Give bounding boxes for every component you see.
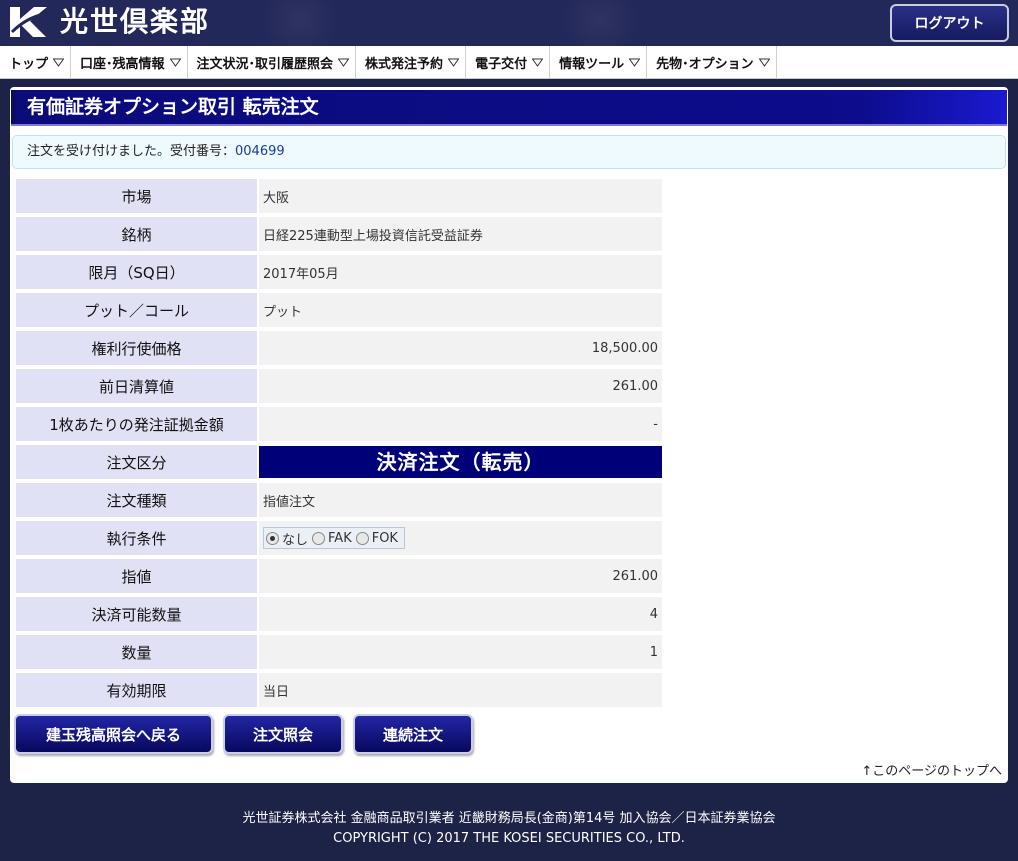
row-value-prev-settlement: 261.00	[259, 369, 662, 403]
exec-condition-option-fak[interactable]: FAK	[312, 531, 352, 546]
row-value-put-call: プット	[259, 293, 662, 327]
radio-label: FOK	[371, 530, 398, 546]
row-value-issue: 日経225連動型上場投資信託受益証券	[259, 217, 662, 251]
nav-item-info-tools[interactable]: 情報ツール	[550, 46, 648, 79]
radio-label: FAK	[328, 530, 352, 546]
order-class-banner: 決済注文（転売）	[259, 446, 662, 478]
chevron-down-icon	[338, 58, 350, 67]
row-value-order-type: 指値注文	[259, 483, 662, 517]
exec-condition-option-none[interactable]: なし	[266, 529, 308, 548]
table-row: 市場 大阪	[16, 179, 662, 213]
order-detail-table: 市場 大阪 銘柄 日経225連動型上場投資信託受益証券 限月（SQ日） 2017…	[14, 175, 664, 711]
table-row: 銘柄 日経225連動型上場投資信託受益証券	[16, 217, 662, 251]
nav-item-account[interactable]: 口座･残高情報	[71, 46, 188, 79]
row-value-strike-price: 18,500.00	[259, 331, 662, 365]
nav-item-futures-options[interactable]: 先物･オプション	[647, 46, 777, 79]
nav-item-order-status[interactable]: 注文状況･取引履歴照会	[188, 46, 357, 79]
main-nav: トップ 口座･残高情報 注文状況･取引履歴照会 株式発注予約 電子交付 情報ツー…	[0, 46, 1018, 79]
kosei-logo-icon[interactable]	[6, 4, 50, 40]
receipt-number: 004699	[235, 144, 285, 159]
row-label-settle-qty: 決済可能数量	[16, 597, 257, 631]
chevron-down-icon	[448, 58, 460, 67]
chevron-down-icon	[758, 58, 770, 67]
table-row: 決済可能数量 4	[16, 597, 662, 631]
back-to-positions-button[interactable]: 建玉残高照会へ戻る	[14, 714, 213, 754]
table-row: 権利行使価格 18,500.00	[16, 331, 662, 365]
row-label-issue: 銘柄	[16, 217, 257, 251]
table-row: 1枚あたりの発注証拠金額 -	[16, 407, 662, 441]
exec-condition-radio-group: なし FAK FOK	[263, 527, 405, 549]
nav-item-label: 株式発注予約	[365, 57, 444, 72]
logout-button[interactable]: ログアウト	[890, 4, 1009, 42]
row-label-limit-price: 指値	[16, 559, 257, 593]
radio-selected-icon[interactable]	[266, 531, 279, 545]
site-footer: 光世証券株式会社 金融商品取引業者 近畿財務局長(金商)第14号 加入協会／日本…	[0, 783, 1018, 861]
table-row: プット／コール プット	[16, 293, 662, 327]
nav-item-label: 口座･残高情報	[80, 57, 165, 72]
row-label-exec-condition: 執行条件	[16, 521, 257, 555]
row-label-quantity: 数量	[16, 635, 257, 669]
nav-item-label: 注文状況･取引履歴照会	[196, 57, 334, 72]
table-row: 執行条件 なし FAK FOK	[16, 521, 662, 555]
row-label-order-type: 注文種類	[16, 483, 257, 517]
table-row: 注文区分 決済注文（転売）	[16, 445, 662, 479]
nav-item-label: 情報ツール	[559, 57, 625, 72]
continuous-order-button[interactable]: 連続注文	[353, 714, 473, 754]
chevron-down-icon	[532, 58, 544, 67]
table-row: 有効期限 当日	[16, 673, 662, 707]
nav-item-label: 先物･オプション	[656, 57, 754, 72]
table-row: 限月（SQ日） 2017年05月	[16, 255, 662, 289]
chevron-down-icon	[169, 58, 181, 67]
order-inquiry-button[interactable]: 注文照会	[223, 714, 343, 754]
row-label-order-class: 注文区分	[16, 445, 257, 479]
row-value-margin-per-unit: -	[259, 407, 662, 441]
row-label-contract-month: 限月（SQ日）	[16, 255, 257, 289]
row-label-validity: 有効期限	[16, 673, 257, 707]
footer-copyright: COPYRIGHT (C) 2017 THE KOSEI SECURITIES …	[333, 831, 685, 846]
chevron-down-icon	[53, 58, 65, 67]
main-content-panel: 有価証券オプション取引 転売注文 注文を受け付けました。受付番号：004699 …	[10, 87, 1008, 783]
page-title: 有価証券オプション取引 転売注文	[11, 90, 1007, 124]
row-label-strike-price: 権利行使価格	[16, 331, 257, 365]
row-value-quantity: 1	[259, 635, 662, 669]
nav-item-stock-reservation[interactable]: 株式発注予約	[356, 46, 467, 79]
row-value-limit-price: 261.00	[259, 559, 662, 593]
site-logo-text[interactable]: 光世倶楽部	[60, 4, 210, 40]
nav-item-label: 電子交付	[475, 57, 528, 72]
row-value-contract-month: 2017年05月	[259, 255, 662, 289]
row-label-market: 市場	[16, 179, 257, 213]
row-value-validity: 当日	[259, 673, 662, 707]
table-row: 前日清算値 261.00	[16, 369, 662, 403]
order-accepted-notice: 注文を受け付けました。受付番号：004699	[12, 135, 1006, 169]
site-header: 光世倶楽部 ログアウト	[0, 0, 1018, 46]
row-label-prev-settlement: 前日清算値	[16, 369, 257, 403]
action-button-row: 建玉残高照会へ戻る 注文照会 連続注文	[14, 714, 483, 754]
radio-unselected-icon[interactable]	[312, 531, 326, 545]
row-value-exec-condition: なし FAK FOK	[259, 521, 662, 555]
row-value-market: 大阪	[259, 179, 662, 213]
table-row: 注文種類 指値注文	[16, 483, 662, 517]
chevron-down-icon	[629, 58, 641, 67]
row-value-order-class-cell: 決済注文（転売）	[259, 445, 662, 479]
row-value-settle-qty: 4	[259, 597, 662, 631]
notice-text: 注文を受け付けました。受付番号：	[27, 144, 236, 159]
radio-unselected-icon[interactable]	[355, 531, 369, 545]
row-label-margin-per-unit: 1枚あたりの発注証拠金額	[16, 407, 257, 441]
exec-condition-option-fok[interactable]: FOK	[355, 530, 398, 546]
radio-label: なし	[282, 532, 309, 548]
nav-item-top[interactable]: トップ	[0, 46, 72, 79]
row-label-put-call: プット／コール	[16, 293, 257, 327]
footer-company-info: 光世証券株式会社 金融商品取引業者 近畿財務局長(金商)第14号 加入協会／日本…	[242, 811, 776, 826]
nav-item-label: トップ	[9, 57, 49, 72]
table-row: 指値 261.00	[16, 559, 662, 593]
table-row: 数量 1	[16, 635, 662, 669]
nav-item-e-delivery[interactable]: 電子交付	[466, 46, 551, 79]
page-top-link[interactable]: ↑このページのトップへ	[861, 760, 1002, 779]
